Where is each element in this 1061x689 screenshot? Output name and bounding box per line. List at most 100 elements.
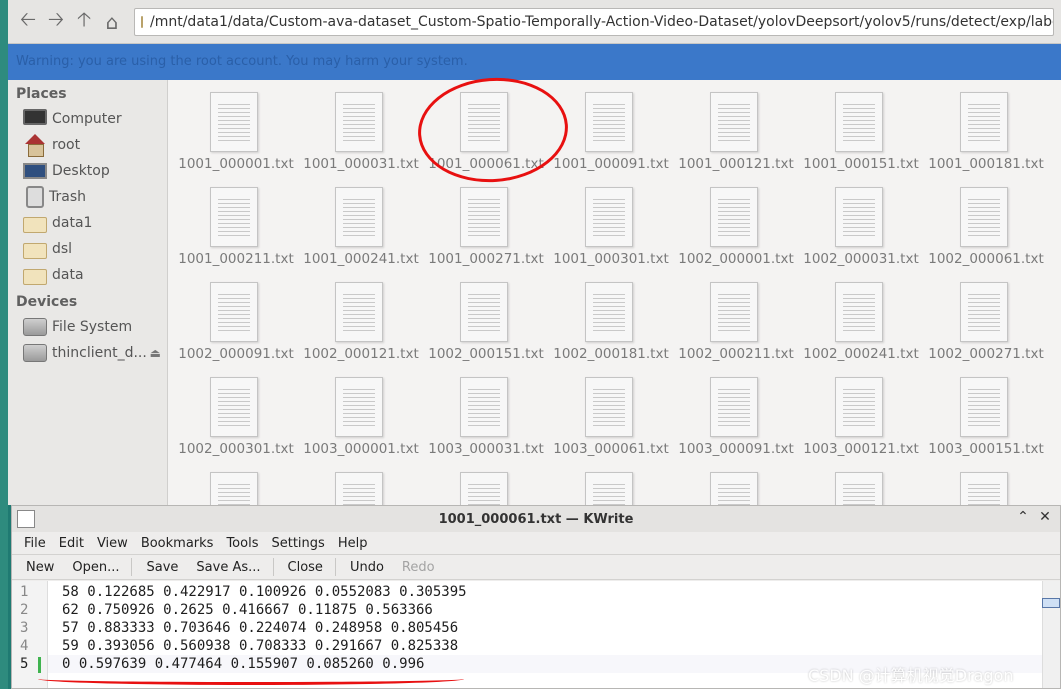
sidebar-item-label: File System	[52, 319, 133, 335]
menu-view[interactable]: View	[97, 536, 128, 551]
text-lines-graphic	[218, 101, 250, 141]
text-file-icon	[460, 282, 508, 342]
file-name: 1002_000271.txt	[928, 346, 1044, 362]
file-item[interactable]: 1001_000271.txt	[426, 181, 546, 276]
computer-icon	[23, 109, 47, 125]
text-file-icon	[210, 377, 258, 437]
file-item[interactable]: 1002_000241.txt	[801, 276, 921, 371]
file-item[interactable]	[426, 466, 546, 505]
file-name: 1001_000151.txt	[803, 156, 919, 172]
location-path: /mnt/data1/data/Custom-ava-dataset_Custo…	[150, 13, 1054, 30]
redo-button[interactable]: Redo	[402, 560, 435, 575]
file-item[interactable]: 1002_000271.txt	[926, 276, 1046, 371]
text-lines-graphic	[218, 386, 250, 426]
file-item[interactable]	[926, 466, 1046, 505]
sidebar-item-thinclient[interactable]: thinclient_d... ⏏	[8, 340, 167, 366]
open-button[interactable]: Open...	[72, 560, 119, 575]
forward-arrow-icon[interactable]: 🡢	[42, 7, 70, 36]
file-item[interactable]: 1001_000181.txt	[926, 86, 1046, 181]
text-lines-graphic	[718, 196, 750, 236]
file-item[interactable]: 1001_000211.txt	[176, 181, 296, 276]
text-file-icon	[210, 282, 258, 342]
up-arrow-icon[interactable]: 🡡	[70, 7, 98, 36]
file-name: 1003_000061.txt	[553, 441, 669, 457]
menu-settings[interactable]: Settings	[271, 536, 324, 551]
file-item[interactable]	[676, 466, 796, 505]
toolbar-separator	[334, 558, 336, 576]
file-item[interactable]: 1002_000301.txt	[176, 371, 296, 466]
file-item[interactable]: 1003_000151.txt	[926, 371, 1046, 466]
menu-bookmarks[interactable]: Bookmarks	[141, 536, 214, 551]
file-item[interactable]	[176, 466, 296, 505]
file-item[interactable]: 1001_000241.txt	[301, 181, 421, 276]
file-item[interactable]: 1003_000091.txt	[676, 371, 796, 466]
file-item[interactable]: 1002_000151.txt	[426, 276, 546, 371]
text-lines-graphic	[218, 196, 250, 236]
menu-edit[interactable]: Edit	[59, 536, 84, 551]
sidebar-item-computer[interactable]: Computer	[8, 106, 167, 132]
text-lines-graphic	[968, 291, 1000, 331]
sidebar-item-data[interactable]: data	[8, 262, 167, 288]
desktop: 🡠 🡢 🡡 ⌂ /mnt/data1/data/Custom-ava-datas…	[0, 0, 1061, 689]
collapse-icon[interactable]: ⌃	[1014, 509, 1032, 525]
menu-help[interactable]: Help	[338, 536, 368, 551]
text-lines-graphic	[343, 481, 375, 505]
file-item[interactable]: 1003_000061.txt	[551, 371, 671, 466]
file-item[interactable]: 1003_000031.txt	[426, 371, 546, 466]
text-file-icon	[210, 472, 258, 505]
file-item[interactable]	[801, 466, 921, 505]
new-button[interactable]: New	[26, 560, 54, 575]
text-lines-graphic	[968, 196, 1000, 236]
file-name: 1002_000211.txt	[678, 346, 794, 362]
desktop-icon	[23, 163, 47, 179]
back-arrow-icon[interactable]: 🡠	[14, 7, 42, 36]
file-item[interactable]: 1001_000091.txt	[551, 86, 671, 181]
sidebar-item-trash[interactable]: Trash	[8, 184, 167, 210]
file-item[interactable]: 1001_000151.txt	[801, 86, 921, 181]
file-item[interactable]: 1002_000211.txt	[676, 276, 796, 371]
undo-button[interactable]: Undo	[350, 560, 384, 575]
text-lines-graphic	[718, 386, 750, 426]
file-item[interactable]: 1001_000031.txt	[301, 86, 421, 181]
file-name: 1003_000151.txt	[928, 441, 1044, 457]
location-bar[interactable]: /mnt/data1/data/Custom-ava-dataset_Custo…	[134, 7, 1054, 36]
sidebar-item-data1[interactable]: data1	[8, 210, 167, 236]
eject-icon[interactable]: ⏏	[150, 346, 161, 360]
file-item[interactable]: 1002_000031.txt	[801, 181, 921, 276]
file-item[interactable]: 1001_000301.txt	[551, 181, 671, 276]
file-name: 1002_000061.txt	[928, 251, 1044, 267]
file-item[interactable]: 1002_000061.txt	[926, 181, 1046, 276]
close-button[interactable]: Close	[288, 560, 323, 575]
file-item[interactable]: 1002_000121.txt	[301, 276, 421, 371]
line-number: 2	[20, 602, 29, 618]
line-number: 5	[20, 656, 29, 672]
drive-icon	[23, 318, 47, 336]
file-item[interactable]: 1001_000121.txt	[676, 86, 796, 181]
menu-tools[interactable]: Tools	[226, 536, 258, 551]
file-item[interactable]: 1002_000091.txt	[176, 276, 296, 371]
file-item[interactable]: 1003_000001.txt	[301, 371, 421, 466]
sidebar-item-file-system[interactable]: File System	[8, 314, 167, 340]
sidebar-item-label: data	[52, 267, 84, 283]
file-item[interactable]: 1002_000001.txt	[676, 181, 796, 276]
file-item[interactable]	[551, 466, 671, 505]
file-item[interactable]	[301, 466, 421, 505]
file-item[interactable]: 1003_000121.txt	[801, 371, 921, 466]
main-toolbar: New Open... Save Save As... Close Undo R…	[12, 554, 1060, 580]
text-file-icon	[585, 472, 633, 505]
file-item[interactable]: 1001_000061.txt	[426, 86, 546, 181]
text-file-icon	[335, 92, 383, 152]
sidebar-item-dsl[interactable]: dsl	[8, 236, 167, 262]
menu-file[interactable]: File	[24, 536, 46, 551]
file-item[interactable]: 1002_000181.txt	[551, 276, 671, 371]
save-button[interactable]: Save	[146, 560, 178, 575]
close-icon[interactable]: ✕	[1036, 509, 1054, 525]
home-icon[interactable]: ⌂	[98, 8, 126, 36]
sidebar-item-root[interactable]: root	[8, 132, 167, 158]
minimap-thumb[interactable]	[1042, 598, 1060, 608]
sidebar-item-desktop[interactable]: Desktop	[8, 158, 167, 184]
save-as-button[interactable]: Save As...	[196, 560, 260, 575]
text-file-icon	[460, 472, 508, 505]
text-file-icon	[710, 282, 758, 342]
file-item[interactable]: 1001_000001.txt	[176, 86, 296, 181]
